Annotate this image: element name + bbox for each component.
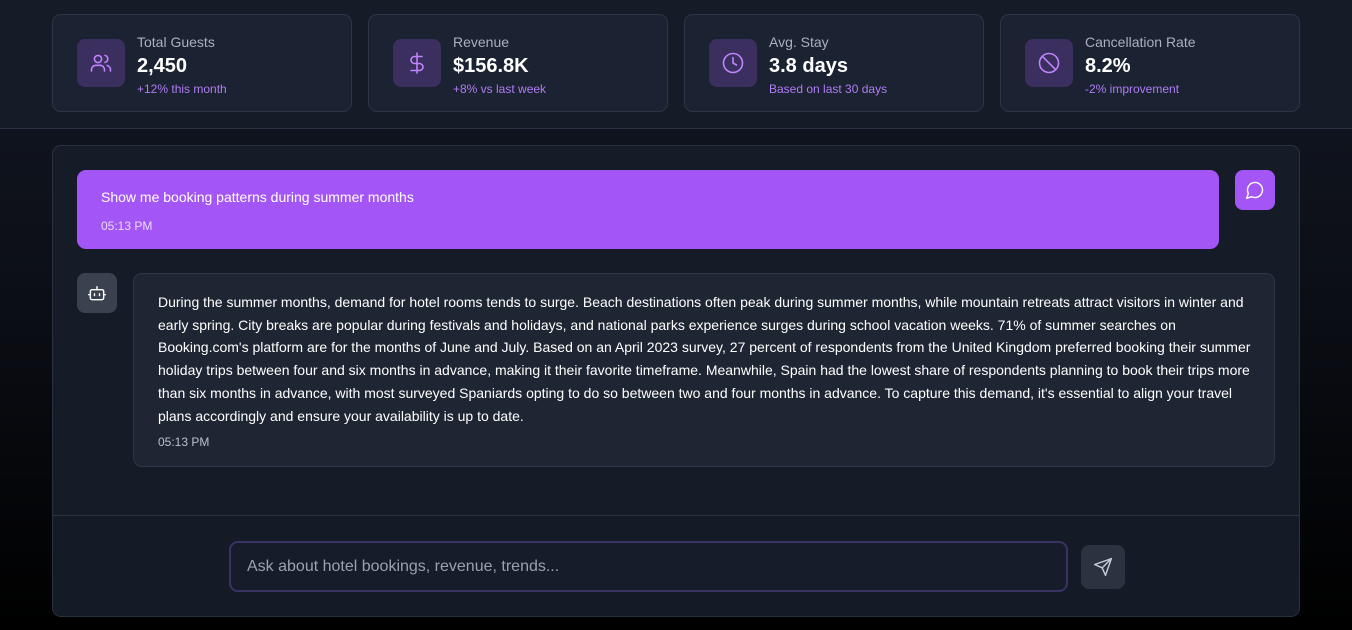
stat-label: Avg. Stay [769,34,829,50]
assistant-message: During the summer months, demand for hot… [133,273,1275,467]
stat-change: Based on last 30 days [769,82,888,96]
stat-change: -2% improvement [1085,82,1180,96]
stat-card-cancellation-rate: Cancellation Rate 8.2% -2% improvement [1000,14,1300,112]
stat-change: +8% vs last week [453,82,547,96]
assistant-message-time: 05:13 PM [158,435,210,449]
stat-label: Revenue [453,34,510,50]
bot-icon [77,273,117,313]
stat-label: Total Guests [137,34,215,50]
stat-value: $156.8K [453,55,529,77]
chat-input-bar [53,515,1299,616]
users-icon [77,39,125,87]
stat-change: +12% this month [137,82,227,96]
stats-bar: Total Guests 2,450 +12% this month Reven… [0,0,1352,129]
stat-value: 8.2% [1085,55,1131,77]
dollar-icon [393,39,441,87]
user-message-time: 05:13 PM [101,219,153,233]
assistant-message-text: During the summer months, demand for hot… [158,294,1251,424]
chat-input[interactable] [229,541,1068,592]
stat-value: 2,450 [137,55,188,77]
stat-card-revenue: Revenue $156.8K +8% vs last week [368,14,668,112]
chat-panel: Show me booking patterns during summer m… [52,145,1300,617]
user-message-text: Show me booking patterns during summer m… [101,189,414,205]
stat-card-total-guests: Total Guests 2,450 +12% this month [52,14,352,112]
stat-card-avg-stay: Avg. Stay 3.8 days Based on last 30 days [684,14,984,112]
send-button[interactable] [1081,545,1125,589]
stat-value: 3.8 days [769,55,848,77]
user-message: Show me booking patterns during summer m… [77,170,1219,249]
ban-icon [1025,39,1073,87]
send-icon [1093,557,1113,577]
message-circle-icon [1235,170,1275,210]
stat-label: Cancellation Rate [1085,34,1196,50]
clock-icon [709,39,757,87]
